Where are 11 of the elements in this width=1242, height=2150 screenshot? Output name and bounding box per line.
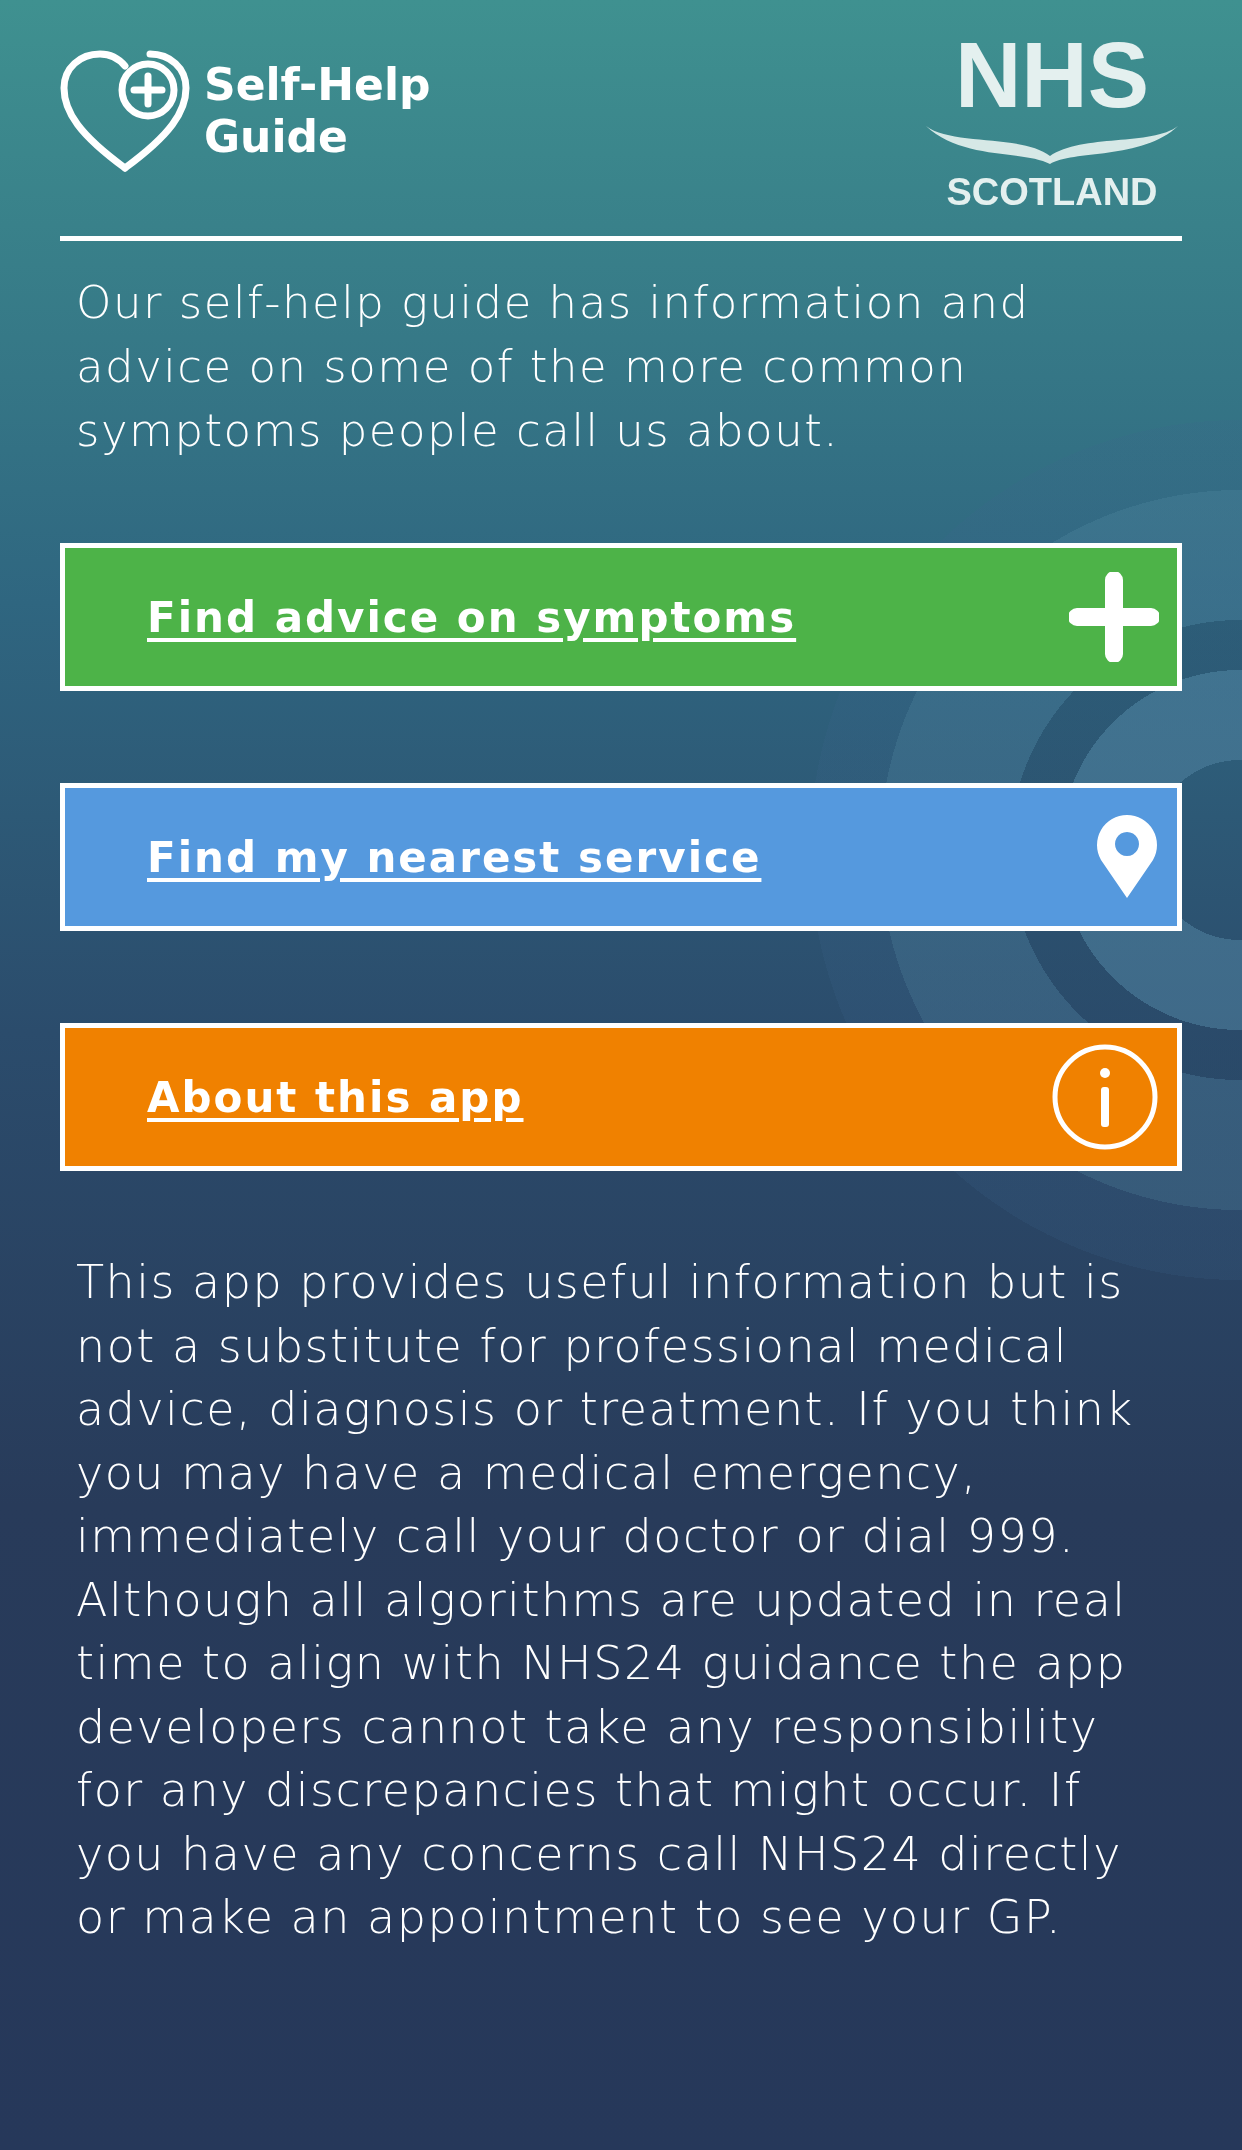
disclaimer-text: This app provides useful information but is not a substitute for professional medical advice, diagnosis or treatment. If you think you may have a medical emergency, immediately call your doctor or dial 999. Although all algorithms are updated in real time to align with NHS24 guidance the app developers cannot take any responsibility for any discrepancies that might occur. If you have any concerns call NHS24 directly or make an appointment to see your GP. — [76, 1254, 1135, 1946]
menu-button[interactable]: About this app — [60, 1023, 1182, 1171]
app-title: Self-Help Guide — [204, 59, 431, 163]
menu-button[interactable]: Find advice on symptoms — [60, 543, 1182, 691]
menu-button[interactable]: Find my nearest service — [60, 783, 1182, 931]
map-pin-icon — [1095, 814, 1159, 900]
nhs-scotland-logo: NHS SCOTLAND — [922, 30, 1182, 214]
info-icon — [1051, 1043, 1159, 1151]
plus-icon — [1069, 572, 1159, 662]
intro-text: Our self-help guide has information and advice on some of the more common symptoms people call us about. — [76, 275, 1031, 459]
heart-plus-icon — [60, 50, 190, 172]
